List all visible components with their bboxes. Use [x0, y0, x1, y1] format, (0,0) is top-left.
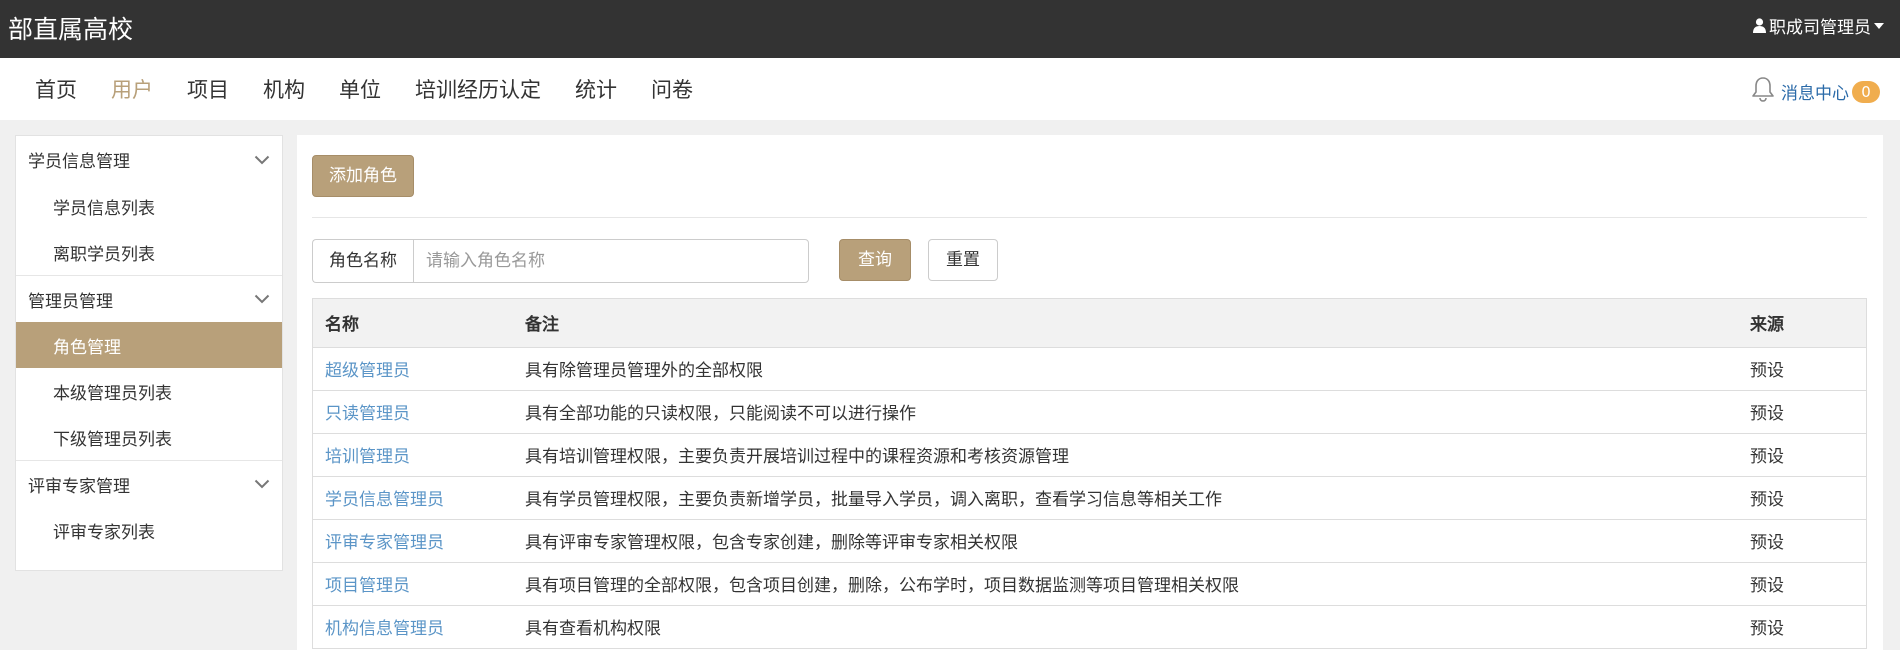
- sidebar-item[interactable]: 评审专家列表: [16, 507, 282, 553]
- table-row: 超级管理员 具有除管理员管理外的全部权限 预设: [313, 346, 1866, 390]
- nav-item[interactable]: 首页: [18, 74, 94, 104]
- role-source-cell: 预设: [1738, 518, 1866, 562]
- sidebar-group-header[interactable]: 学员信息管理: [16, 136, 282, 183]
- role-note-cell: 具有培训管理权限，主要负责开展培训过程中的课程资源和考核资源管理: [513, 432, 1738, 476]
- role-search-group: 角色名称: [312, 239, 809, 283]
- user-icon: [1753, 18, 1766, 33]
- role-name-link[interactable]: 只读管理员: [325, 404, 410, 424]
- add-role-button[interactable]: 添加角色: [312, 155, 414, 197]
- sidebar-item[interactable]: 本级管理员列表: [16, 368, 282, 414]
- sidebar-item[interactable]: 角色管理: [16, 322, 282, 368]
- nav-item[interactable]: 机构: [246, 74, 322, 104]
- reset-button[interactable]: 重置: [928, 239, 998, 281]
- nav-item[interactable]: 培训经历认定: [398, 74, 558, 104]
- sidebar-group-title: 评审专家管理: [28, 476, 130, 497]
- role-source-cell: 预设: [1738, 561, 1866, 605]
- role-name-link[interactable]: 培训管理员: [325, 447, 410, 467]
- main-nav-bar: 首页 用户 项目 机构 单位 培训经历认定 统计 问卷 消息中心 0: [0, 58, 1900, 120]
- sidebar-group-header[interactable]: 评审专家管理: [16, 460, 282, 507]
- user-name: 职成司管理员: [1769, 18, 1871, 38]
- table-row: 只读管理员 具有全部功能的只读权限，只能阅读不可以进行操作 预设: [313, 389, 1866, 433]
- role-name-label: 角色名称: [312, 239, 413, 283]
- caret-down-icon: [1874, 22, 1884, 29]
- nav-item[interactable]: 统计: [558, 74, 634, 104]
- sidebar-item[interactable]: 学员信息列表: [16, 183, 282, 229]
- sidebar-group-title: 管理员管理: [28, 291, 113, 312]
- role-name-cell: 培训管理员: [313, 432, 513, 476]
- divider: [312, 217, 1867, 218]
- role-name-input[interactable]: [413, 239, 809, 283]
- table-row: 学员信息管理员 具有学员管理权限，主要负责新增学员，批量导入学员，调入离职，查看学…: [313, 475, 1866, 519]
- role-name-cell: 机构信息管理员: [313, 604, 513, 648]
- sidebar-group-title: 学员信息管理: [28, 152, 130, 172]
- role-source-cell: 预设: [1738, 346, 1866, 390]
- main-panel: 添加角色 角色名称 查询 重置 名称 备注 来源 超级管理员 具有除管理员管理外的…: [297, 135, 1883, 650]
- role-source-cell: 预设: [1738, 432, 1866, 476]
- role-name-link[interactable]: 评审专家管理员: [325, 533, 444, 553]
- nav-item[interactable]: 项目: [170, 74, 246, 104]
- role-note-cell: 具有学员管理权限，主要负责新增学员，批量导入学员，调入离职，查看学习信息等相关工…: [513, 475, 1738, 519]
- nav-item[interactable]: 单位: [322, 74, 398, 104]
- role-note-cell: 具有项目管理的全部权限，包含项目创建，删除，公布学时，项目数据监测等项目管理相关…: [513, 561, 1738, 605]
- role-name-cell: 项目管理员: [313, 561, 513, 605]
- message-center-link[interactable]: 消息中心 0: [1749, 75, 1880, 108]
- table-row: 评审专家管理员 具有评审专家管理权限，包含专家创建，删除等评审专家相关权限 预设: [313, 518, 1866, 562]
- role-source-cell: 预设: [1738, 389, 1866, 433]
- chevron-down-icon: [254, 150, 270, 170]
- role-name-cell: 学员信息管理员: [313, 475, 513, 519]
- brand-title: 部直属高校: [8, 15, 134, 44]
- chevron-down-icon: [254, 289, 270, 309]
- role-name-cell: 超级管理员: [313, 346, 513, 390]
- role-name-link[interactable]: 超级管理员: [325, 361, 410, 381]
- bell-icon: [1749, 75, 1777, 108]
- role-name-cell: 评审专家管理员: [313, 518, 513, 562]
- sidebar-item[interactable]: 下级管理员列表: [16, 414, 282, 460]
- top-bar: 部直属高校 职成司管理员: [0, 0, 1900, 58]
- role-note-cell: 具有除管理员管理外的全部权限: [513, 346, 1738, 390]
- roles-table: 名称 备注 来源 超级管理员 具有除管理员管理外的全部权限 预设 只读管理员 具有全部功…: [312, 298, 1867, 649]
- main-nav: 首页 用户 项目 机构 单位 培训经历认定 统计 问卷: [18, 58, 710, 120]
- role-note-cell: 具有评审专家管理权限，包含专家创建，删除等评审专家相关权限: [513, 518, 1738, 562]
- message-center-label: 消息中心: [1781, 84, 1849, 104]
- sidebar: 学员信息管理学员信息列表 离职学员列表管理员管理角色管理 本级管理员列表 下级管理员列…: [15, 135, 283, 571]
- role-note-cell: 具有查看机构权限: [513, 604, 1738, 648]
- table-row: 项目管理员 具有项目管理的全部权限，包含项目创建，删除，公布学时，项目数据监测等项…: [313, 561, 1866, 605]
- sidebar-item[interactable]: 离职学员列表: [16, 229, 282, 275]
- nav-item[interactable]: 问卷: [634, 74, 710, 104]
- column-header-source: 来源: [1738, 299, 1866, 348]
- column-header-name: 名称: [313, 299, 513, 348]
- column-header-note: 备注: [513, 299, 1738, 348]
- sidebar-group-header[interactable]: 管理员管理: [16, 275, 282, 322]
- role-name-link[interactable]: 项目管理员: [325, 576, 410, 596]
- query-button[interactable]: 查询: [839, 239, 911, 281]
- role-name-cell: 只读管理员: [313, 389, 513, 433]
- role-source-cell: 预设: [1738, 475, 1866, 519]
- table-header-row: 名称 备注 来源: [313, 299, 1866, 348]
- user-menu[interactable]: 职成司管理员: [1753, 13, 1884, 38]
- role-source-cell: 预设: [1738, 604, 1866, 648]
- role-name-link[interactable]: 机构信息管理员: [325, 619, 444, 639]
- chevron-down-icon: [254, 474, 270, 494]
- role-note-cell: 具有全部功能的只读权限，只能阅读不可以进行操作: [513, 389, 1738, 433]
- nav-item[interactable]: 用户: [94, 74, 170, 104]
- message-count-badge: 0: [1852, 80, 1880, 103]
- table-row: 培训管理员 具有培训管理权限，主要负责开展培训过程中的课程资源和考核资源管理 预设: [313, 432, 1866, 476]
- table-row: 机构信息管理员 具有查看机构权限 预设: [313, 604, 1866, 648]
- role-name-link[interactable]: 学员信息管理员: [325, 490, 444, 510]
